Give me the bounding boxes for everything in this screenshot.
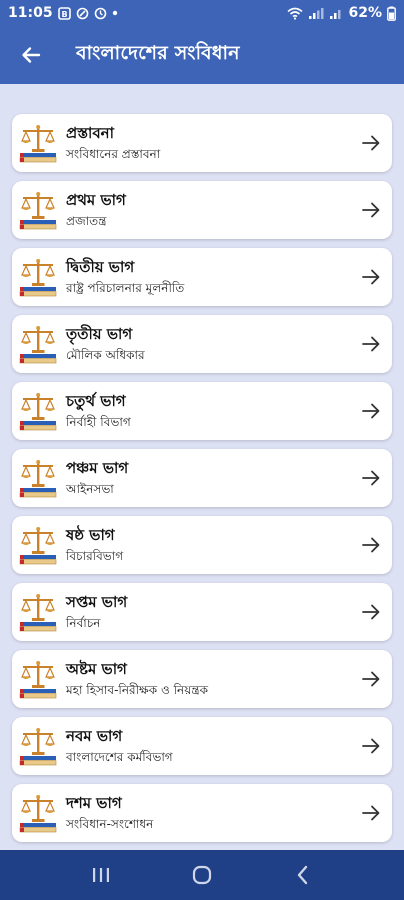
law-scales-books-icon: [19, 326, 57, 364]
chapter-item[interactable]: প্রথম ভাগ প্রজাতন্ত্র: [12, 181, 392, 239]
arrow-right-icon: [362, 470, 380, 486]
chapter-text: প্রস্তাবনা সংবিধানের প্রস্তাবনা: [66, 124, 160, 162]
chapter-subtitle: সংবিধান-সংশোধন: [66, 817, 154, 831]
svg-text:B: B: [61, 10, 67, 19]
chapter-item[interactable]: চতুর্থ ভাগ নির্বাহী বিভাগ: [12, 382, 392, 440]
chapter-item[interactable]: দ্বিতীয় ভাগ রাষ্ট্র পরিচালনার মূলনীতি: [12, 248, 392, 306]
home-button[interactable]: [182, 855, 222, 895]
chapter-text: চতুর্থ ভাগ নির্বাহী বিভাগ: [66, 392, 131, 430]
page-title: বাংলাদেশের সংবিধান: [76, 42, 240, 64]
chapter-subtitle: বাংলাদেশের কর্মবিভাগ: [66, 750, 173, 764]
recents-button[interactable]: [81, 855, 121, 895]
back-button[interactable]: [0, 26, 62, 84]
nav-back-button[interactable]: [283, 855, 323, 895]
chapter-title: তৃতীয় ভাগ: [66, 325, 133, 343]
law-scales-books-icon: [19, 728, 57, 766]
arrow-right-icon: [362, 336, 380, 352]
status-time: 11:05: [8, 5, 53, 21]
arrow-right-icon: [362, 671, 380, 687]
law-scales-books-icon: [19, 661, 57, 699]
arrow-right-icon: [362, 269, 380, 285]
chapter-text: দশম ভাগ সংবিধান-সংশোধন: [66, 794, 153, 832]
chapter-text: নবম ভাগ বাংলাদেশের কর্মবিভাগ: [66, 727, 173, 765]
chapter-item[interactable]: তৃতীয় ভাগ মৌলিক অধিকার: [12, 315, 392, 373]
notification-icon: B: [57, 6, 71, 20]
chapter-title: দশম ভাগ: [66, 794, 122, 812]
chapter-title: প্রথম ভাগ: [66, 191, 126, 209]
chapter-subtitle: নির্বাহী বিভাগ: [66, 415, 131, 429]
status-left: 11:05 B: [8, 5, 118, 21]
chapter-text: প্রথম ভাগ প্রজাতন্ত্র: [66, 191, 126, 229]
back-chevron-icon: [298, 865, 308, 885]
arrow-right-icon: [362, 805, 380, 821]
chapter-item[interactable]: ষষ্ঠ ভাগ বিচারবিভাগ: [12, 516, 392, 574]
signal-icon: [308, 7, 324, 20]
law-scales-books-icon: [19, 460, 57, 498]
arrow-right-icon: [362, 604, 380, 620]
chapter-subtitle: রাষ্ট্র পরিচালনার মূলনীতি: [66, 281, 185, 295]
chapter-title: দ্বিতীয় ভাগ: [66, 258, 135, 276]
chapter-subtitle: মহা হিসাব-নিরীক্ষক ও নিয়ন্ত্রক: [66, 683, 209, 697]
chapter-text: তৃতীয় ভাগ মৌলিক অধিকার: [66, 325, 145, 363]
chapter-text: দ্বিতীয় ভাগ রাষ্ট্র পরিচালনার মূলনীতি: [66, 258, 184, 296]
law-scales-books-icon: [19, 795, 57, 833]
dot-icon: [112, 10, 118, 16]
status-right: 62%: [287, 5, 396, 21]
data-saver-icon: [76, 7, 89, 20]
chapter-title: চতুর্থ ভাগ: [66, 392, 126, 410]
arrow-right-icon: [362, 738, 380, 754]
chapter-subtitle: প্রজাতন্ত্র: [66, 214, 107, 228]
chapter-text: অষ্টম ভাগ মহা হিসাব-নিরীক্ষক ও নিয়ন্ত্র…: [66, 660, 208, 698]
home-icon: [192, 865, 212, 885]
law-scales-books-icon: [19, 125, 57, 163]
chapter-title: সপ্তম ভাগ: [66, 593, 128, 611]
chapter-subtitle: আইনসভা: [66, 482, 114, 496]
status-bar: 11:05 B 62%: [0, 0, 404, 26]
chapter-subtitle: মৌলিক অধিকার: [66, 348, 145, 362]
chapter-list: প্রস্তাবনা সংবিধানের প্রস্তাবনা প্রথম ভা…: [0, 84, 404, 850]
law-scales-books-icon: [19, 192, 57, 230]
chapter-title: পঞ্চম ভাগ: [66, 459, 129, 477]
wifi-icon: [287, 7, 304, 20]
arrow-right-icon: [362, 135, 380, 151]
arrow-right-icon: [362, 537, 380, 553]
chapter-item[interactable]: সপ্তম ভাগ নির্বাচন: [12, 583, 392, 641]
chapter-text: পঞ্চম ভাগ আইনসভা: [66, 459, 128, 497]
recents-icon: [92, 868, 109, 882]
system-nav-bar: [0, 850, 404, 900]
chapter-title: অষ্টম ভাগ: [66, 660, 127, 678]
law-scales-books-icon: [19, 594, 57, 632]
app-bar: বাংলাদেশের সংবিধান: [0, 26, 404, 84]
signal-2-icon: [329, 7, 343, 20]
law-scales-books-icon: [19, 259, 57, 297]
chapter-item[interactable]: পঞ্চম ভাগ আইনসভা: [12, 449, 392, 507]
law-scales-books-icon: [19, 527, 57, 565]
chapter-title: ষষ্ঠ ভাগ: [66, 526, 115, 544]
chapter-text: সপ্তম ভাগ নির্বাচন: [66, 593, 127, 631]
chapter-item[interactable]: দশম ভাগ সংবিধান-সংশোধন: [12, 784, 392, 842]
battery-icon: [387, 6, 396, 21]
chapter-item[interactable]: নবম ভাগ বাংলাদেশের কর্মবিভাগ: [12, 717, 392, 775]
arrow-left-icon: [22, 47, 41, 63]
chapter-item[interactable]: অষ্টম ভাগ মহা হিসাব-নিরীক্ষক ও নিয়ন্ত্র…: [12, 650, 392, 708]
arrow-right-icon: [362, 403, 380, 419]
chapter-text: ষষ্ঠ ভাগ বিচারবিভাগ: [66, 526, 123, 564]
chapter-subtitle: নির্বাচন: [66, 616, 101, 630]
battery-percent: 62%: [348, 5, 382, 21]
law-scales-books-icon: [19, 393, 57, 431]
chapter-item[interactable]: প্রস্তাবনা সংবিধানের প্রস্তাবনা: [12, 114, 392, 172]
chapter-subtitle: সংবিধানের প্রস্তাবনা: [66, 147, 161, 161]
chapter-title: প্রস্তাবনা: [66, 124, 114, 142]
arrow-right-icon: [362, 202, 380, 218]
chapter-subtitle: বিচারবিভাগ: [66, 549, 124, 563]
sync-icon: [94, 7, 107, 20]
chapter-title: নবম ভাগ: [66, 727, 123, 745]
